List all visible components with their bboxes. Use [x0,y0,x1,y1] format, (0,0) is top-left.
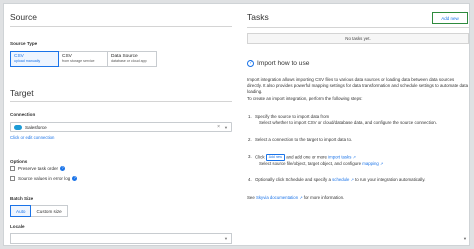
integration-editor: ▲ ▼ Source Source Type CSV upload manual… [3,3,470,246]
source-tab-csv-upload[interactable]: CSV upload manually [10,51,59,67]
step-text: Optionally click Schedule and specify a [255,177,331,182]
tasks-heading: Tasks [247,12,269,22]
step-3: 3. Click Add new and add one or more imp… [248,154,469,167]
batch-size-label: Batch Size [10,196,34,201]
intro-steps-text: To create an import integration, perform… [247,95,363,101]
external-link-icon: ↗ [379,162,384,166]
left-panel: Source Source Type CSV upload manually C… [10,12,232,244]
step-4: 4. Optionally click Schedule and specify… [248,177,426,182]
option-label: Source values in error log [18,176,71,181]
external-link-icon: ↗ [352,155,356,160]
batch-auto-button[interactable]: Auto [10,205,32,217]
source-type-label: Source Type [10,41,38,46]
step-2: 2. Select a connection to the target to … [248,137,353,142]
intro-text: Import integration allows importing CSV … [247,77,469,95]
batch-custom-button[interactable]: Custom size [31,205,68,217]
documentation-note: See Skyvia documentation ↗ for more info… [247,195,345,200]
howto-heading: ? Import how to use [247,60,309,67]
right-panel: Tasks Add new No tasks yet. ? Import how… [247,12,469,245]
import-tasks-link[interactable]: import tasks [328,155,351,160]
target-divider [10,101,232,102]
step-subtext: Select source file/object, target object… [259,161,384,166]
mapping-link[interactable]: mapping [362,161,378,166]
source-heading: Source [10,12,37,22]
inline-add-new-button[interactable]: Add new [265,154,285,161]
help-icon[interactable]: ? [60,166,66,171]
options-label: Options [10,159,28,164]
tasks-divider [247,27,469,28]
step-text: Select a connection to the target to imp… [255,137,353,142]
source-tab-csv-storage[interactable]: CSV from storage service [59,51,108,67]
external-link-icon: ↗ [299,196,303,200]
tab-subtitle: from storage service [62,59,95,63]
preserve-task-order-option[interactable]: Preserve task order ? [10,166,66,171]
step-text: Specify the source to import data from [255,114,330,119]
source-divider [10,26,232,27]
chevron-down-icon[interactable]: ▼ [224,125,228,130]
step-text: and add one or more [286,154,327,160]
howto-title: Import how to use [257,60,310,67]
connection-link[interactable]: Click or edit connection [10,135,54,140]
connection-value: Salesforce [25,124,47,130]
source-tab-data-source[interactable]: Data Source database or cloud app [108,51,157,67]
step-text: Click [255,154,265,160]
option-label: Preserve task order [18,166,59,171]
checkbox[interactable] [10,166,15,171]
tab-subtitle: database or cloud app [111,59,147,63]
tab-subtitle: upload manually [14,59,41,63]
checkbox[interactable] [10,176,15,181]
locale-label: Locale [10,224,25,229]
clear-icon[interactable]: × [217,124,220,130]
connection-select[interactable]: Salesforce × ▼ [10,122,232,132]
source-values-error-log-option[interactable]: Source values in error log ? [10,176,78,181]
question-icon: ? [247,60,254,67]
batch-size-toggle: Auto Custom size [10,205,68,217]
source-type-tabs: CSV upload manually CSV from storage ser… [10,51,157,67]
step-1: 1. Specify the source to import data fro… [248,114,469,126]
locale-select[interactable]: ▼ [10,233,232,244]
target-heading: Target [10,88,34,98]
add-new-button[interactable]: Add new [432,12,468,24]
salesforce-icon [14,124,22,130]
external-link-icon: ↗ [350,178,354,182]
documentation-link[interactable]: Skyvia documentation [256,195,298,200]
step-subtext: Select whether to import CSV or cloud/da… [259,120,437,126]
step-text: to run your integration automatically. [355,177,426,182]
chevron-down-icon[interactable]: ▼ [224,236,228,241]
connection-label: Connection [10,112,36,117]
help-icon[interactable]: ? [72,176,78,181]
howto-intro: Import integration allows importing CSV … [247,77,469,102]
schedule-link[interactable]: schedule [332,177,349,182]
empty-tasks-message: No tasks yet. [247,33,469,44]
